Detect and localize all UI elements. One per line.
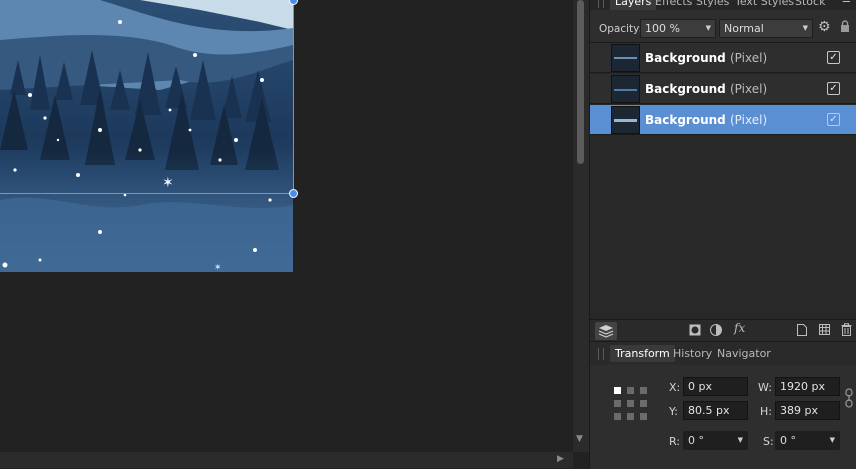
rotation-value: 0 ° <box>688 434 704 447</box>
y-value: 80.5 px <box>688 404 730 417</box>
chevron-down-icon: ▼ <box>802 24 808 32</box>
layers-stack-icon[interactable] <box>595 322 617 340</box>
selection-handle-top-right[interactable] <box>289 0 298 5</box>
y-field[interactable]: 80.5 px <box>683 401 748 420</box>
link-aspect-icon[interactable] <box>845 388 853 411</box>
x-label: X: <box>669 381 681 394</box>
x-value: 0 px <box>688 380 712 393</box>
tab-text-styles[interactable]: Text Styles <box>730 0 799 10</box>
visibility-checkbox[interactable]: ✓ <box>827 113 840 126</box>
layers-footer-toolbar: fx <box>590 319 856 342</box>
svg-text:✶: ✶ <box>214 263 222 272</box>
h-label: H: <box>760 405 772 418</box>
anchor-point-grid[interactable] <box>612 385 650 423</box>
horizontal-scrollbar[interactable]: ▶ <box>0 452 573 468</box>
anchor-point[interactable] <box>627 387 634 394</box>
layer-type: (Pixel) <box>730 113 768 127</box>
scroll-right-arrow-icon[interactable]: ▶ <box>557 454 564 464</box>
shear-value: 0 ° <box>780 434 796 447</box>
layer-thumbnail <box>611 44 640 72</box>
anchor-point[interactable] <box>640 400 647 407</box>
svg-text:✶: ✶ <box>162 175 174 191</box>
opacity-label: Opacity: <box>599 23 643 35</box>
tab-transform[interactable]: Transform <box>610 345 675 362</box>
anchor-point[interactable] <box>627 400 634 407</box>
h-value: 389 px <box>780 404 818 417</box>
anchor-point[interactable] <box>614 400 621 407</box>
watercolor-night-forest-image: ✶ ✶ <box>0 0 293 272</box>
anchor-point[interactable] <box>627 413 634 420</box>
anchor-point[interactable] <box>614 413 621 420</box>
scroll-down-arrow-icon[interactable]: ▼ <box>576 434 583 444</box>
r-label: R: <box>669 435 681 448</box>
blend-mode-value: Normal <box>724 22 764 35</box>
w-label: W: <box>758 381 772 394</box>
x-field[interactable]: 0 px <box>683 377 748 396</box>
layer-list[interactable]: Background (Pixel) ✓ Background (Pixel) … <box>590 42 856 320</box>
layer-row-selected[interactable]: Background (Pixel) ✓ <box>590 105 856 135</box>
shear-field[interactable]: 0 ° ▼ <box>775 431 840 450</box>
anchor-point-selected[interactable] <box>614 387 621 394</box>
adjustment-icon[interactable] <box>710 324 722 339</box>
h-field[interactable]: 389 px <box>775 401 840 420</box>
layer-name: Background <box>645 82 726 96</box>
layer-type: (Pixel) <box>730 51 768 65</box>
visibility-checkbox[interactable]: ✓ <box>827 51 840 64</box>
lock-icon[interactable] <box>840 20 850 36</box>
anchor-point[interactable] <box>640 413 647 420</box>
panel-menu-icon[interactable]: ☰ <box>842 0 851 5</box>
blend-mode-dropdown[interactable]: Normal ▼ <box>719 19 813 38</box>
panel-grip-icon[interactable] <box>598 348 604 360</box>
transform-panel: Transform History Navigator X: 0 px W: 1… <box>590 341 856 469</box>
fx-icon[interactable]: fx <box>734 321 745 335</box>
w-value: 1920 px <box>780 380 825 393</box>
new-layer-icon[interactable] <box>797 324 807 339</box>
rotation-field[interactable]: 0 ° ▼ <box>683 431 748 450</box>
layer-thumbnail <box>611 75 640 103</box>
w-field[interactable]: 1920 px <box>775 377 840 396</box>
trash-icon[interactable] <box>841 323 852 339</box>
layers-toolbar: Opacity: 100 % ▼ Normal ▼ ⚙ <box>590 16 856 42</box>
tab-styles[interactable]: Styles <box>691 0 734 10</box>
vertical-scrollbar[interactable]: ▼ <box>573 0 589 452</box>
anchor-point[interactable] <box>640 387 647 394</box>
layer-name: Background <box>645 113 726 127</box>
transform-tab-bar: Transform History Navigator <box>590 342 856 365</box>
tab-stock[interactable]: Stock <box>790 0 830 10</box>
mask-icon[interactable] <box>689 324 701 339</box>
layer-thumbnail <box>611 106 640 134</box>
chevron-down-icon: ▼ <box>705 24 711 32</box>
selection-handle-bottom-right[interactable] <box>289 189 298 198</box>
panel-grip-icon[interactable] <box>598 0 604 8</box>
vertical-scroll-thumb[interactable] <box>577 0 584 164</box>
opacity-value: 100 % <box>645 22 680 35</box>
s-label: S: <box>763 435 774 448</box>
layer-row[interactable]: Background (Pixel) ✓ <box>590 43 856 73</box>
y-label: Y: <box>669 405 678 418</box>
layer-name: Background <box>645 51 726 65</box>
chevron-down-icon: ▼ <box>737 436 743 444</box>
opacity-dropdown[interactable]: 100 % ▼ <box>640 19 716 38</box>
document-canvas[interactable]: ✶ ✶ <box>0 0 573 452</box>
group-icon[interactable] <box>819 324 830 338</box>
layers-tab-bar: Layers Effects Styles Text Styles Stock … <box>590 0 856 10</box>
layer-type: (Pixel) <box>730 82 768 96</box>
studio-panel: Layers Effects Styles Text Styles Stock … <box>589 0 856 469</box>
visibility-checkbox[interactable]: ✓ <box>827 82 840 95</box>
gear-icon[interactable]: ⚙ <box>818 19 831 35</box>
tab-history[interactable]: History <box>668 345 717 362</box>
tab-navigator[interactable]: Navigator <box>712 345 776 362</box>
layer-row[interactable]: Background (Pixel) ✓ <box>590 74 856 104</box>
chevron-down-icon: ▼ <box>829 436 835 444</box>
